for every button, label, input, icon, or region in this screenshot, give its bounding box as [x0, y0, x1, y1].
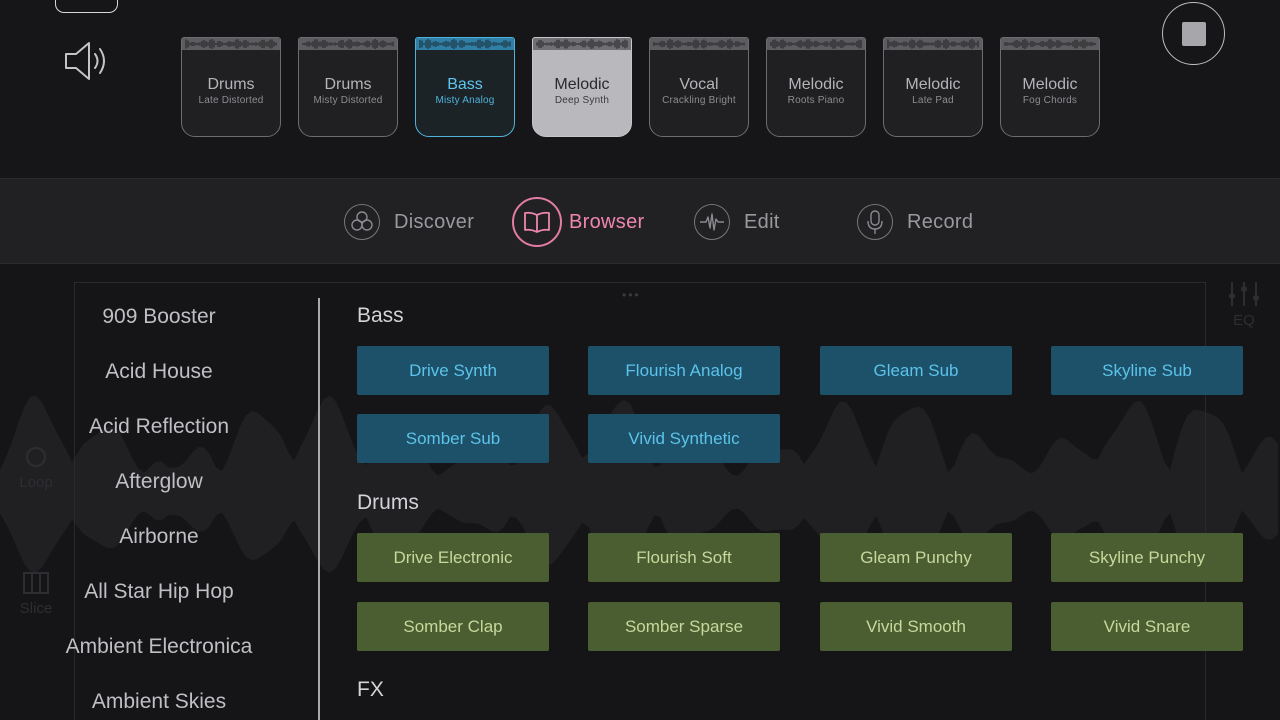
- pack-subtitle: Late Pad: [912, 95, 954, 106]
- sound-pack-card[interactable]: Melodic Fog Chords: [1000, 37, 1100, 137]
- genre-item[interactable]: Airborne: [0, 525, 318, 549]
- book-icon: [512, 197, 562, 247]
- top-handle-button[interactable]: [55, 0, 118, 13]
- mode-tab-bar: Discover Browser Edit Record: [0, 178, 1280, 264]
- pack-title: Drums: [207, 76, 255, 93]
- waveform-icon: [694, 204, 730, 240]
- pack-waveform: [884, 38, 982, 50]
- sound-chip[interactable]: Gleam Sub: [820, 346, 1012, 395]
- pack-waveform: [533, 38, 631, 50]
- speaker-icon[interactable]: [62, 38, 112, 84]
- section-title-drums: Drums: [357, 491, 419, 514]
- eq-tool[interactable]: EQ: [1222, 280, 1266, 329]
- pack-subtitle: Fog Chords: [1022, 95, 1078, 106]
- pack-title: Vocal: [679, 76, 719, 93]
- browser-panel: ••• Loop Slice EQ 909 Booster Acid House…: [0, 264, 1280, 720]
- pack-title: Melodic: [905, 76, 961, 93]
- genre-item[interactable]: All Star Hip Hop: [0, 580, 318, 604]
- genre-item[interactable]: Ambient Electronica: [0, 635, 318, 659]
- sound-chip[interactable]: Vivid Synthetic: [588, 414, 780, 463]
- microphone-icon: [857, 204, 893, 240]
- tab-record[interactable]: Record: [857, 197, 973, 247]
- pack-subtitle: Misty Distorted: [313, 95, 383, 106]
- sound-chip[interactable]: Somber Sub: [357, 414, 549, 463]
- pack-subtitle: Deep Synth: [554, 95, 610, 106]
- tab-discover[interactable]: Discover: [344, 197, 474, 247]
- pack-waveform: [1001, 38, 1099, 50]
- stop-icon: [1181, 21, 1206, 46]
- list-divider: [318, 298, 320, 720]
- tab-label: Discover: [394, 210, 475, 233]
- sound-pack-card[interactable]: Vocal Crackling Bright: [649, 37, 749, 137]
- sound-chip[interactable]: Drive Synth: [357, 346, 549, 395]
- eq-label: EQ: [1233, 312, 1255, 329]
- section-title-bass: Bass: [357, 304, 404, 327]
- tab-browser[interactable]: Browser: [512, 197, 644, 247]
- sound-pack-card[interactable]: Melodic Roots Piano: [766, 37, 866, 137]
- sound-pack-card[interactable]: Drums Late Distorted: [181, 37, 281, 137]
- drag-handle[interactable]: •••: [622, 288, 641, 302]
- sound-chip[interactable]: Flourish Soft: [588, 533, 780, 582]
- sound-chip[interactable]: Somber Clap: [357, 602, 549, 651]
- section-title-fx: FX: [357, 678, 384, 701]
- sound-chip[interactable]: Gleam Punchy: [820, 533, 1012, 582]
- sound-pack-card[interactable]: Melodic Deep Synth: [532, 37, 632, 137]
- tab-label: Record: [907, 210, 974, 233]
- pack-waveform: [650, 38, 748, 50]
- pack-subtitle: Misty Analog: [435, 95, 495, 106]
- pack-title: Drums: [324, 76, 372, 93]
- top-bar: Drums Late Distorted Drums Misty Distort…: [0, 0, 1280, 178]
- stop-button[interactable]: [1162, 2, 1225, 65]
- sound-pack-card[interactable]: Drums Misty Distorted: [298, 37, 398, 137]
- genre-item[interactable]: Acid Reflection: [0, 415, 318, 439]
- tab-label: Edit: [744, 210, 780, 233]
- sound-chip[interactable]: Flourish Analog: [588, 346, 780, 395]
- pack-title: Melodic: [1022, 76, 1078, 93]
- genre-item[interactable]: 909 Booster: [0, 305, 318, 329]
- tab-edit[interactable]: Edit: [694, 197, 780, 247]
- genre-list: 909 Booster Acid House Acid Reflection A…: [0, 289, 318, 720]
- pack-subtitle: Crackling Bright: [662, 95, 736, 106]
- genre-item[interactable]: Acid House: [0, 360, 318, 384]
- sound-chip[interactable]: Skyline Punchy: [1051, 533, 1243, 582]
- sound-pack-card[interactable]: Bass Misty Analog: [415, 37, 515, 137]
- pack-waveform: [299, 38, 397, 50]
- pack-waveform: [416, 38, 514, 50]
- sound-chip[interactable]: Skyline Sub: [1051, 346, 1243, 395]
- sound-pack-card[interactable]: Melodic Late Pad: [883, 37, 983, 137]
- sound-chip[interactable]: Drive Electronic: [357, 533, 549, 582]
- pack-waveform: [182, 38, 280, 50]
- sound-chip[interactable]: Somber Sparse: [588, 602, 780, 651]
- pack-subtitle: Late Distorted: [198, 95, 264, 106]
- sound-chip[interactable]: Vivid Smooth: [820, 602, 1012, 651]
- pack-title: Melodic: [554, 76, 610, 93]
- sound-chip[interactable]: Vivid Snare: [1051, 602, 1243, 651]
- genre-item[interactable]: Ambient Skies: [0, 690, 318, 714]
- equalizer-icon: [1229, 282, 1259, 306]
- pack-title: Melodic: [788, 76, 844, 93]
- pack-subtitle: Roots Piano: [787, 95, 845, 106]
- genre-item[interactable]: Afterglow: [0, 470, 318, 494]
- pack-waveform: [767, 38, 865, 50]
- discover-icon: [344, 204, 380, 240]
- pack-title: Bass: [447, 76, 483, 93]
- tab-label: Browser: [569, 210, 645, 233]
